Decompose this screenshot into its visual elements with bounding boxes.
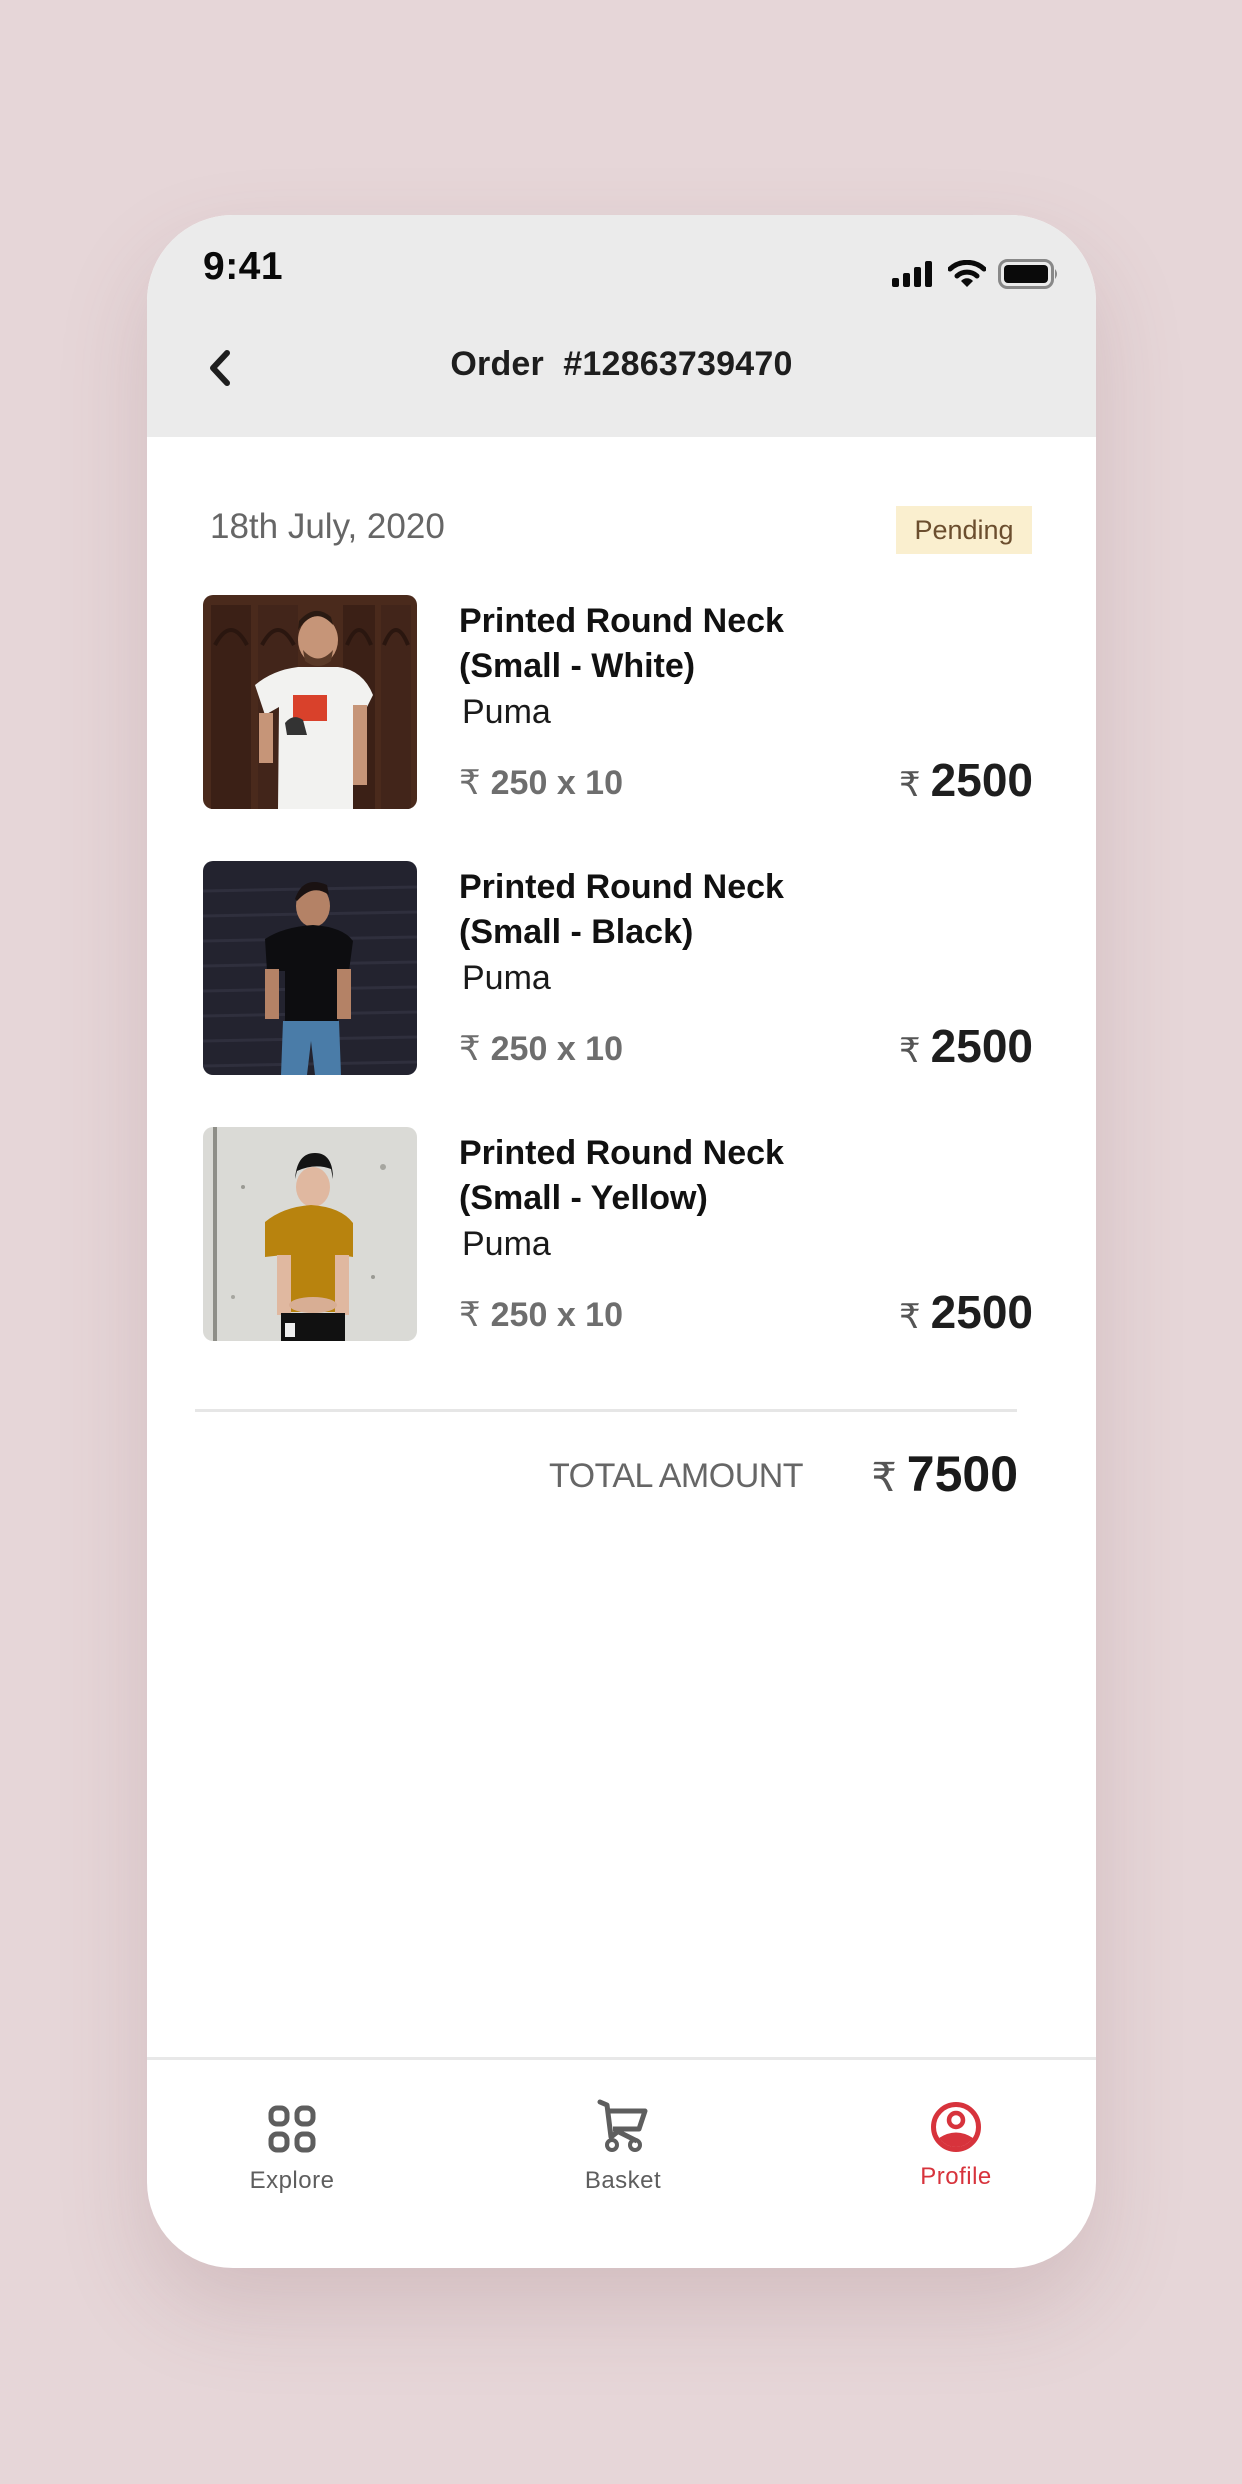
- status-time: 9:41: [203, 245, 284, 288]
- nav-item-basket[interactable]: Basket: [543, 2095, 703, 2195]
- item-name: Printed Round Neck (Small - Yellow): [459, 1134, 784, 1217]
- rupee-icon: ₹: [899, 1032, 921, 1070]
- item-unit-price: ₹250 x 10: [459, 1030, 623, 1068]
- product-image: [203, 595, 417, 809]
- product-image: [203, 861, 417, 1075]
- item-line-total: ₹2500: [899, 1286, 1033, 1338]
- item-line-total: ₹2500: [899, 754, 1033, 806]
- item-brand: Puma: [462, 693, 551, 731]
- phone-screen: 9:41 Order #12863739470 18th July, 2020 …: [147, 215, 1096, 2268]
- status-badge: Pending: [896, 506, 1032, 554]
- grid-icon: [268, 2105, 316, 2153]
- battery-icon: [998, 259, 1057, 289]
- item-brand: Puma: [462, 959, 551, 997]
- rupee-icon: ₹: [871, 1456, 897, 1500]
- item-brand: Puma: [462, 1225, 551, 1263]
- order-item[interactable]: Printed Round Neck (Small - Black) Puma …: [203, 861, 1041, 1077]
- nav-item-profile[interactable]: Profile: [876, 2095, 1036, 2191]
- product-image: [203, 1127, 417, 1341]
- nav-label: Basket: [584, 2167, 662, 2194]
- rupee-icon: ₹: [459, 1030, 481, 1068]
- item-unit-price: ₹250 x 10: [459, 764, 623, 802]
- order-item[interactable]: Printed Round Neck (Small - White) Puma …: [203, 595, 1041, 811]
- item-name: Printed Round Neck (Small - Black): [459, 868, 784, 951]
- item-line-total: ₹2500: [899, 1020, 1033, 1072]
- nav-label: Profile: [920, 2163, 992, 2190]
- rupee-icon: ₹: [899, 766, 921, 804]
- nav-label: Explore: [249, 2167, 335, 2194]
- total-label: TOTAL AMOUNT: [549, 1457, 804, 1495]
- total-amount: ₹7500: [871, 1446, 1018, 1502]
- cart-icon: [597, 2099, 648, 2152]
- signal-icon: [892, 261, 932, 287]
- profile-icon: [931, 2102, 981, 2152]
- wifi-icon: [948, 260, 986, 287]
- nav-item-explore[interactable]: Explore: [212, 2095, 372, 2195]
- rupee-icon: ₹: [899, 1298, 921, 1336]
- status-icons: [892, 257, 1060, 291]
- page-title: Order #12863739470: [450, 345, 793, 383]
- man-in-white-tshirt-photo: [203, 595, 417, 809]
- rupee-icon: ₹: [459, 1296, 481, 1334]
- order-date: 18th July, 2020: [210, 507, 445, 546]
- divider: [195, 1409, 1017, 1412]
- item-unit-price: ₹250 x 10: [459, 1296, 623, 1334]
- order-item[interactable]: Printed Round Neck (Small - Yellow) Puma…: [203, 1127, 1041, 1343]
- nav-divider: [147, 2057, 1096, 2060]
- man-in-yellow-tshirt-photo: [203, 1127, 417, 1341]
- top-bar: 9:41 Order #12863739470: [147, 215, 1096, 437]
- rupee-icon: ₹: [459, 764, 481, 802]
- man-in-black-tshirt-photo: [203, 861, 417, 1075]
- item-name: Printed Round Neck (Small - White): [459, 602, 784, 685]
